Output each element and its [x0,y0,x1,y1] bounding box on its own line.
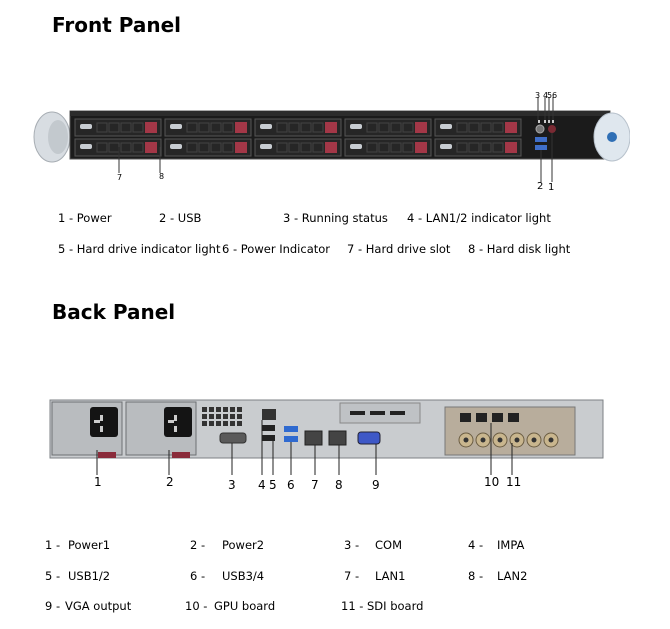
drive-latch [145,122,157,133]
back-callout-4: 4 [258,478,266,492]
back-legend-label-3: COM [375,538,403,552]
back-legend-label-2: Power2 [222,538,265,552]
back-legend-num-7: 7 - [344,569,360,583]
back-legend-num-4: 4 - [468,538,484,552]
psu-1 [51,401,123,458]
psu-2 [125,401,197,458]
back-panel-image [49,399,604,475]
back-legend-num-1: 1 - [45,538,61,552]
drive-label [350,124,362,129]
usb-4 [284,436,298,442]
front-legend-item-1: 1 - Power [58,211,112,225]
back-legend-num-8: 8 - [468,569,484,583]
back-callout-11: 11 [506,475,522,489]
front-callout-7: 7 [117,173,123,182]
back-callout-7: 7 [311,478,319,492]
drive-label [440,124,452,129]
drive-label [80,124,92,129]
drive-label [80,144,92,149]
back-legend-num-5: 5 - [45,569,61,583]
drive-label [260,124,272,129]
usb-3 [284,426,298,432]
drive-latch [325,122,337,133]
drive-label [350,144,362,149]
front-panel-title: Front Panel [52,13,182,37]
back-callout-6: 6 [287,478,295,492]
drive-label [440,144,452,149]
drive-latch [415,122,427,133]
back-callout-3: 3 [228,478,236,492]
front-legend-item-8: 8 - Hard disk light [468,242,571,256]
back-legend-label-8: LAN2 [497,569,528,583]
drive-label [170,144,182,149]
front-callout-3: 3 [535,91,541,100]
back-callout-10: 10 [484,475,500,489]
back-callout-5: 5 [269,478,277,492]
lan1-port [304,430,323,446]
gpu-port [508,413,519,422]
back-legend-num-2: 2 - [190,538,206,552]
back-legend-label-11: SDI board [367,599,424,613]
back-callout-9: 9 [372,478,380,492]
right-rack-handle [593,112,630,162]
front-callout-8: 8 [159,172,165,181]
back-legend-label-9: VGA output [65,599,132,613]
drive-latch [235,142,247,153]
front-callout-1: 1 [548,182,555,193]
back-legend-num-11: 11 - [341,599,364,613]
usb-1 [262,425,275,431]
ipmi-port [262,409,276,420]
back-callout-2: 2 [166,475,174,489]
back-legend-num-3: 3 - [344,538,360,552]
drive-latch [415,142,427,153]
usb-2 [262,435,275,441]
back-panel-title: Back Panel [52,300,176,324]
front-callout-6: 6 [552,91,558,100]
drive-latch [325,142,337,153]
drive-label [260,144,272,149]
left-rack-handle [33,111,71,163]
back-legend-label-5: USB1/2 [68,569,111,583]
front-legend-item-5: 5 - Hard drive indicator light [58,242,221,256]
lan2-port [328,430,347,446]
gpu-port [460,413,471,422]
back-callout-1: 1 [94,475,102,489]
front-legend-item-6: 6 - Power Indicator [222,242,331,256]
back-legend-num-6: 6 - [190,569,206,583]
back-callout-8: 8 [335,478,343,492]
drive-latch [235,122,247,133]
drive-latch [145,142,157,153]
back-legend-label-4: IMPA [497,538,525,552]
front-legend-item-7: 7 - Hard drive slot [347,242,451,256]
front-legend-item-3: 3 - Running status [283,211,388,225]
back-legend-label-7: LAN1 [375,569,406,583]
back-legend-label-1: Power1 [68,538,111,552]
front-legend-item-2: 2 - USB [159,211,202,225]
front-callout-2: 2 [537,181,544,192]
vga-port [357,431,381,445]
drive-latch [505,122,517,133]
gpu-port [476,413,487,422]
front-legend-item-4: 4 - LAN1/2 indicator light [407,211,551,225]
back-legend-num-9: 9 - [45,599,61,613]
back-legend-label-10: GPU board [214,599,276,613]
drive-latch [505,142,517,153]
back-legend-num-10: 10 - [185,599,208,613]
gpu-port [492,413,503,422]
back-legend-label-6: USB3/4 [222,569,265,583]
com-port [219,432,247,444]
drive-label [170,124,182,129]
